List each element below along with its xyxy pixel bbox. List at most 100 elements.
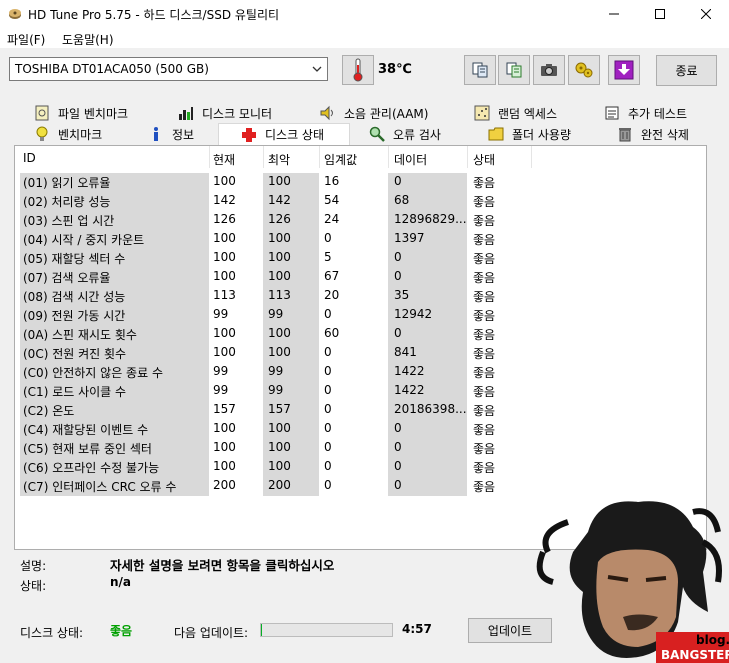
table-row[interactable]: (C0) 안전하지 않은 종료 수 99 99 0 1422 좋음 (15, 363, 535, 382)
temperature-value: 38℃ (378, 62, 412, 77)
cell-id: (09) 전원 가동 시간 (23, 309, 126, 323)
tab-folder-usage[interactable]: 폴더 사용량 (488, 124, 571, 144)
cell-threshold: 5 (324, 250, 332, 264)
cell-threshold: 60 (324, 326, 340, 340)
cell-data: 0 (394, 440, 402, 454)
table-row[interactable]: (C2) 온도 157 157 0 20186398... 좋음 (15, 401, 535, 420)
cell-status: 좋음 (473, 290, 496, 304)
cell-status: 좋음 (473, 252, 496, 266)
col-header-data[interactable]: 데이터 (394, 151, 427, 168)
table-row[interactable]: (01) 읽기 오류율 100 100 16 0 좋음 (15, 173, 535, 192)
table-row[interactable]: (0C) 전원 켜진 횟수 100 100 0 841 좋음 (15, 344, 535, 363)
cell-data: 1397 (394, 231, 425, 245)
cell-id: (C4) 재할당된 이벤트 수 (23, 423, 149, 437)
countdown-value: 4:57 (402, 622, 432, 636)
cell-worst: 100 (268, 269, 291, 283)
table-row[interactable]: (05) 재할당 섹터 수 100 100 5 0 좋음 (15, 249, 535, 268)
tab-info[interactable]: 정보 (148, 124, 194, 144)
cell-threshold: 0 (324, 307, 332, 321)
cell-current: 99 (213, 307, 229, 321)
cell-status: 좋음 (473, 176, 496, 190)
cell-data: 0 (394, 174, 402, 188)
cell-id: (03) 스핀 업 시간 (23, 214, 115, 228)
cell-id: (C2) 온도 (23, 404, 75, 418)
tab-error-scan[interactable]: 오류 검사 (369, 124, 441, 144)
tab-label: 파일 벤치마크 (58, 106, 129, 121)
cell-threshold: 0 (324, 421, 332, 435)
screenshot-button[interactable] (533, 55, 565, 85)
table-row[interactable]: (C5) 현재 보류 중인 섹터 100 100 0 0 좋음 (15, 439, 535, 458)
cell-threshold: 0 (324, 402, 332, 416)
next-update-label: 다음 업데이트: (174, 626, 249, 640)
table-row[interactable]: (02) 처리량 성능 142 142 54 68 좋음 (15, 192, 535, 211)
copy-all-icon (506, 62, 522, 78)
tab-aam[interactable]: 소음 관리(AAM) (320, 103, 428, 123)
tab-label: 디스크 모니터 (202, 106, 273, 121)
tab-disk-monitor[interactable]: 디스크 모니터 (178, 103, 272, 123)
cell-worst: 100 (268, 174, 291, 188)
watermark-line2: BANGSTER (661, 648, 729, 662)
col-header-id[interactable]: ID (23, 151, 36, 165)
tab-extra-tests[interactable]: 추가 테스트 (604, 103, 687, 123)
cell-status: 좋음 (473, 233, 496, 247)
tab-benchmark[interactable]: 벤치마크 (34, 124, 102, 144)
table-row[interactable]: (C6) 오프라인 수정 불가능 100 100 0 0 좋음 (15, 458, 535, 477)
cell-data: 0 (394, 269, 402, 283)
maximize-button[interactable] (637, 0, 683, 28)
cell-current: 126 (213, 212, 236, 226)
cell-threshold: 0 (324, 383, 332, 397)
temperature-button[interactable] (342, 55, 374, 85)
table-row[interactable]: (07) 검색 오류율 100 100 67 0 좋음 (15, 268, 535, 287)
table-row[interactable]: (C1) 로드 사이클 수 99 99 0 1422 좋음 (15, 382, 535, 401)
table-row[interactable]: (09) 전원 가동 시간 99 99 0 12942 좋음 (15, 306, 535, 325)
copy-text-button[interactable] (464, 55, 496, 85)
options-button[interactable] (568, 55, 600, 85)
col-header-status[interactable]: 상태 (473, 151, 495, 168)
table-row[interactable]: (C7) 인터페이스 CRC 오류 수 200 200 0 0 좋음 (15, 477, 535, 496)
state-value: n/a (110, 575, 132, 589)
cell-threshold: 16 (324, 174, 340, 188)
tab-file-benchmark[interactable]: 파일 벤치마크 (34, 103, 128, 123)
table-row[interactable]: (0A) 스핀 재시도 횟수 100 100 60 0 좋음 (15, 325, 535, 344)
cell-current: 157 (213, 402, 236, 416)
tab-label: 추가 테스트 (628, 106, 688, 121)
copy-all-button[interactable] (498, 55, 530, 85)
app-icon (9, 9, 21, 19)
tab-erase[interactable]: 완전 삭제 (617, 124, 689, 144)
table-row[interactable]: (08) 검색 시간 성능 113 113 20 35 좋음 (15, 287, 535, 306)
tab-label: 완전 삭제 (641, 127, 689, 142)
cell-data: 0 (394, 421, 402, 435)
cell-current: 99 (213, 383, 229, 397)
description-label: 설명: (20, 559, 47, 573)
col-header-current[interactable]: 현재 (213, 151, 235, 168)
tab-random-access[interactable]: 랜덤 엑세스 (474, 103, 557, 123)
gears-icon (575, 62, 593, 78)
cell-data: 0 (394, 250, 402, 264)
description-value: 자세한 설명을 보려면 항목을 클릭하십시오 (110, 558, 335, 573)
copy-icon (472, 62, 488, 78)
cell-worst: 99 (268, 383, 284, 397)
cell-status: 좋음 (473, 214, 496, 228)
table-row[interactable]: (04) 시작 / 중지 카운트 100 100 0 1397 좋음 (15, 230, 535, 249)
camera-icon (541, 64, 557, 76)
folder-icon (488, 127, 504, 141)
minimize-button[interactable] (591, 0, 637, 28)
tab-label: 벤치마크 (58, 127, 103, 142)
cell-current: 100 (213, 440, 236, 454)
smart-table[interactable]: ID 현재 최악 임계값 데이터 상태 (01) 읽기 오류율 100 100 16 0… (14, 145, 707, 550)
col-header-worst[interactable]: 최악 (268, 151, 290, 168)
table-row[interactable]: (C4) 재할당된 이벤트 수 100 100 0 0 좋음 (15, 420, 535, 439)
table-row[interactable]: (03) 스핀 업 시간 126 126 24 12896829... 좋음 (15, 211, 535, 230)
menu-file[interactable]: 파일(F) (7, 31, 45, 48)
drive-select[interactable]: TOSHIBA DT01ACA050 (500 GB) (9, 57, 328, 81)
close-button[interactable] (683, 0, 729, 28)
menu-help[interactable]: 도움말(H) (62, 31, 114, 48)
tab-disk-health[interactable]: 디스크 상태 (218, 123, 350, 145)
cell-status: 좋음 (473, 309, 496, 323)
cell-threshold: 0 (324, 364, 332, 378)
col-header-threshold[interactable]: 임계값 (324, 151, 357, 168)
cell-worst: 142 (268, 193, 291, 207)
save-button[interactable] (608, 55, 640, 85)
exit-button[interactable]: 종료 (656, 55, 717, 86)
tab-label: 랜덤 엑세스 (498, 106, 558, 121)
